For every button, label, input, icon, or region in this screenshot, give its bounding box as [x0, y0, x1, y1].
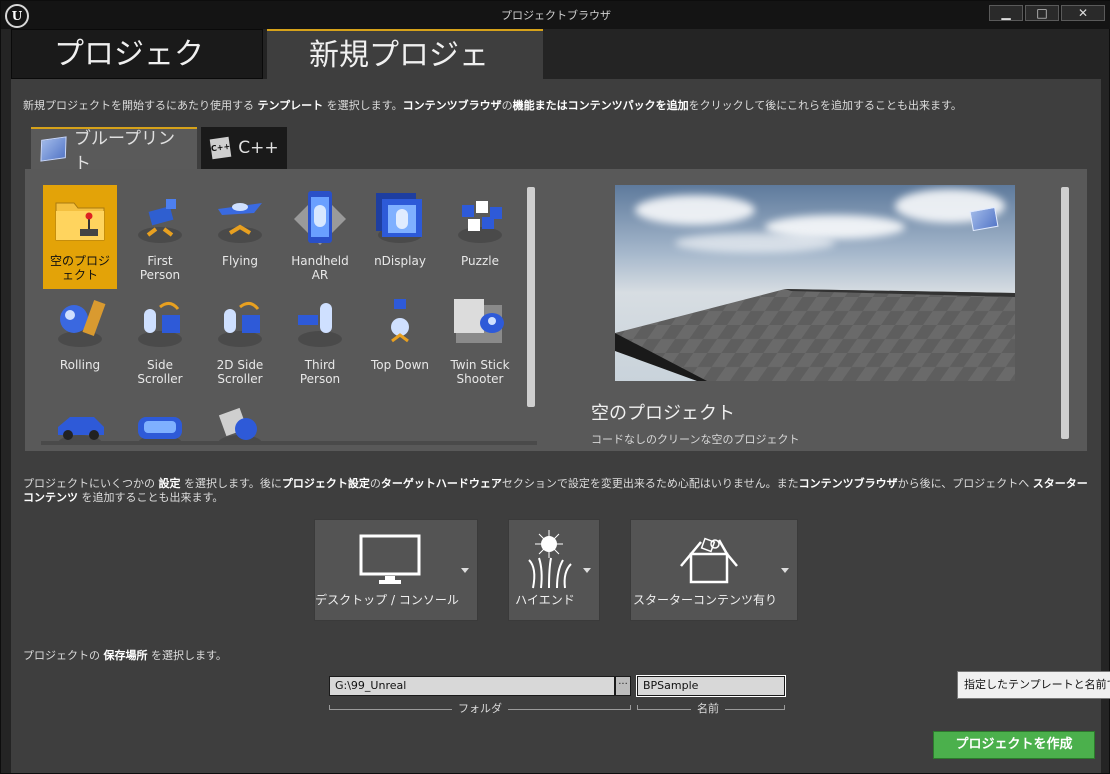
flying-icon — [218, 203, 262, 243]
preview-scrollbar[interactable] — [1061, 187, 1069, 439]
tab-new-project[interactable]: 新規プロジェクト — [267, 29, 543, 123]
settings-instructions: プロジェクトにいくつかの 設定 を選択します。後にプロジェクト設定のターゲットハ… — [23, 477, 1088, 504]
starter-content-dropdown[interactable]: スターターコンテンツ有り — [630, 519, 798, 621]
template-instructions: 新規プロジェクトを開始するにあたり使用する テンプレート を選択します。コンテン… — [23, 99, 962, 112]
create-project-tooltip: 指定したテンプレートと名前でプ — [957, 671, 1110, 699]
window-title: プロジェクトブラウザ — [501, 9, 611, 22]
template-label: 2D Side — [216, 358, 264, 372]
template-top-down[interactable]: Top Down — [363, 289, 437, 393]
target-hardware-dropdown[interactable]: デスクトップ / コンソール — [314, 519, 478, 621]
side-scroller-icon — [138, 302, 182, 347]
template-label: Top Down — [370, 358, 430, 372]
template-label: AR — [311, 268, 329, 282]
monitor-icon — [359, 534, 421, 584]
target-hardware-label: デスクトップ / コンソール — [315, 593, 459, 607]
template-puzzle[interactable]: Puzzle — [443, 185, 517, 289]
template-handheld-ar[interactable]: Handheld AR — [283, 185, 357, 289]
tab-cpp[interactable]: C++ C++ — [201, 127, 287, 169]
minimize-button[interactable]: ▁ — [989, 5, 1023, 21]
high-end-icon — [528, 530, 572, 589]
template-third-person[interactable]: Third Person — [283, 289, 357, 393]
template-flying[interactable]: Flying — [203, 185, 277, 289]
template-robot[interactable] — [203, 393, 277, 445]
template-vehicle[interactable] — [43, 393, 117, 445]
vr-icon — [138, 417, 182, 445]
quality-label: ハイエンド — [515, 593, 575, 607]
folder-path-field[interactable]: G:\99_Unreal — [329, 676, 615, 696]
chevron-down-icon — [583, 568, 591, 573]
maximize-button[interactable]: □ — [1025, 5, 1059, 21]
starter-content-box-icon — [680, 537, 738, 584]
tab-projects[interactable]: プロジェクト — [11, 29, 263, 122]
template-vr[interactable] — [123, 393, 197, 445]
preview-description: コードなしのクリーンな空のプロジェクト — [591, 433, 800, 446]
browse-folder-button[interactable]: ··· — [615, 676, 631, 696]
template-label: Side — [147, 358, 173, 372]
tab-blueprint[interactable]: ブループリント — [31, 127, 197, 174]
top-down-icon — [391, 299, 409, 343]
template-label: Third — [304, 358, 336, 372]
template-grid-bottom-edge — [41, 441, 537, 445]
chevron-down-icon — [461, 568, 469, 573]
template-panel: 空のプロジ ェクト First Person Flying Handheld A… — [25, 169, 1087, 451]
location-instructions: プロジェクトの 保存場所 を選択します。 — [23, 649, 227, 662]
chevron-down-icon — [781, 568, 789, 573]
folder-joystick-icon — [55, 202, 105, 241]
handheld-ar-icon — [294, 191, 346, 245]
close-button[interactable]: ✕ — [1061, 5, 1105, 21]
first-person-icon — [138, 199, 182, 243]
project-browser-window: U プロジェクトブラウザ ▁ □ ✕ プロジェクト 新規プロジェクト 新規プロジ… — [0, 0, 1110, 774]
robot-icon — [218, 407, 262, 445]
template-2d-side-scroller[interactable]: 2D Side Scroller — [203, 289, 277, 393]
create-project-button[interactable]: プロジェクトを作成 — [933, 731, 1095, 759]
template-grid: 空のプロジ ェクト First Person Flying Handheld A… — [43, 185, 523, 445]
twin-stick-shooter-icon — [454, 299, 504, 343]
template-preview-image — [615, 185, 1015, 381]
blueprint-icon — [40, 136, 67, 162]
template-label: Shooter — [456, 372, 504, 386]
template-label: Person — [139, 268, 181, 282]
rolling-icon — [58, 299, 106, 347]
starter-content-label: スターターコンテンツ有り — [632, 593, 777, 607]
template-label: Puzzle — [461, 254, 499, 268]
template-label: Flying — [222, 254, 258, 268]
template-label: ェクト — [61, 268, 98, 282]
title-bar: U プロジェクトブラウザ ▁ □ ✕ — [1, 1, 1110, 29]
template-label: Rolling — [59, 358, 101, 372]
template-side-scroller[interactable]: Side Scroller — [123, 289, 197, 393]
tab-blueprint-label: ブループリント — [73, 129, 175, 174]
cpp-icon: C++ — [209, 136, 232, 160]
quality-dropdown[interactable]: ハイエンド — [508, 519, 600, 621]
puzzle-icon — [458, 201, 502, 243]
template-rolling[interactable]: Rolling — [43, 289, 117, 393]
template-twin-stick-shooter[interactable]: Twin Stick Shooter — [443, 289, 517, 393]
template-label: Twin Stick — [450, 358, 510, 372]
ndisplay-icon — [376, 193, 422, 243]
template-label: Handheld — [291, 254, 349, 268]
template-grid-scrollbar[interactable] — [527, 187, 535, 407]
template-label: Scroller — [217, 372, 263, 386]
vehicle-icon — [58, 417, 104, 445]
template-label: 空のプロジ — [49, 254, 110, 268]
2d-side-scroller-icon — [218, 302, 262, 347]
template-label: Person — [299, 372, 341, 386]
new-project-panel: 新規プロジェクトを開始するにあたり使用する テンプレート を選択します。コンテン… — [11, 79, 1101, 773]
template-ndisplay[interactable]: nDisplay — [363, 185, 437, 289]
third-person-icon — [298, 303, 342, 347]
template-label: First — [147, 254, 173, 268]
project-name-field[interactable]: BPSample — [637, 676, 785, 696]
preview-title: 空のプロジェクト — [591, 403, 735, 424]
template-label: Scroller — [137, 372, 183, 386]
folder-caption: フォルダ — [452, 700, 508, 716]
template-blank[interactable]: 空のプロジ ェクト — [43, 185, 117, 289]
template-first-person[interactable]: First Person — [123, 185, 197, 289]
tab-cpp-label: C++ — [238, 138, 279, 158]
name-caption: 名前 — [691, 700, 725, 716]
template-label: nDisplay — [374, 254, 426, 268]
